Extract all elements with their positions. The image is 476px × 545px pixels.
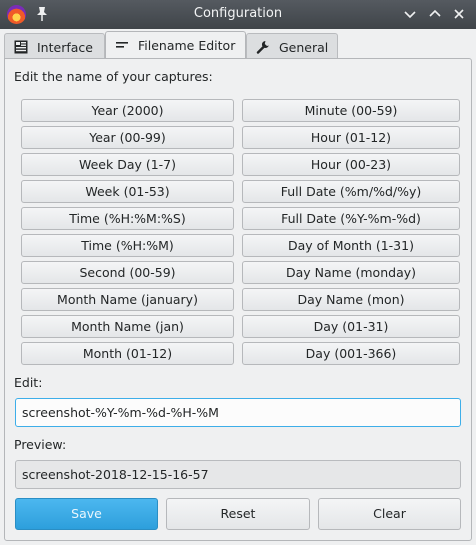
tab-filename-editor-label: Filename Editor xyxy=(138,38,236,53)
filename-pattern-input[interactable]: screenshot-%Y-%m-%d-%H-%M xyxy=(15,398,461,427)
tab-interface[interactable]: Interface xyxy=(4,33,105,59)
insert-hour-12-button[interactable]: Hour (01-12) xyxy=(242,126,460,149)
tab-interface-label: Interface xyxy=(37,40,93,55)
instruction-label: Edit the name of your captures: xyxy=(14,69,213,84)
insert-minute-button[interactable]: Minute (00-59) xyxy=(242,99,460,122)
filename-preview-field: screenshot-2018-12-15-16-57 xyxy=(15,460,461,489)
preview-label: Preview: xyxy=(14,437,67,452)
wrench-icon xyxy=(256,40,269,54)
tab-filename-editor[interactable]: Filename Editor xyxy=(105,31,246,59)
insert-day-of-year-button[interactable]: Day (001-366) xyxy=(242,342,460,365)
minimize-icon[interactable] xyxy=(401,5,419,23)
insert-month-name-full-button[interactable]: Month Name (january) xyxy=(21,288,234,311)
insert-week-button[interactable]: Week (01-53) xyxy=(21,180,234,203)
insert-day-01-31-button[interactable]: Day (01-31) xyxy=(242,315,460,338)
edit-label: Edit: xyxy=(14,375,43,390)
insert-week-day-button[interactable]: Week Day (1-7) xyxy=(21,153,234,176)
insert-day-name-short-button[interactable]: Day Name (mon) xyxy=(242,288,460,311)
insert-day-name-full-button[interactable]: Day Name (monday) xyxy=(242,261,460,284)
insert-second-button[interactable]: Second (00-59) xyxy=(21,261,234,284)
insert-full-date-mdy-button[interactable]: Full Date (%m/%d/%y) xyxy=(242,180,460,203)
save-button[interactable]: Save xyxy=(15,498,158,530)
title-bar: Configuration xyxy=(0,0,476,29)
insert-full-date-ymd-button[interactable]: Full Date (%Y-%m-%d) xyxy=(242,207,460,230)
insert-time-hm-button[interactable]: Time (%H:%M) xyxy=(21,234,234,257)
reset-button[interactable]: Reset xyxy=(166,498,310,530)
clear-button[interactable]: Clear xyxy=(318,498,461,530)
interface-icon xyxy=(14,40,28,54)
tab-general-label: General xyxy=(279,40,329,55)
tab-general[interactable]: General xyxy=(246,33,338,59)
insert-time-hms-button[interactable]: Time (%H:%M:%S) xyxy=(21,207,234,230)
insert-month-number-button[interactable]: Month (01-12) xyxy=(21,342,234,365)
insert-day-of-month-button[interactable]: Day of Month (1-31) xyxy=(242,234,460,257)
insert-month-name-short-button[interactable]: Month Name (jan) xyxy=(21,315,234,338)
insert-year-2000-button[interactable]: Year (2000) xyxy=(21,99,234,122)
insert-year-00-99-button[interactable]: Year (00-99) xyxy=(21,126,234,149)
close-icon[interactable] xyxy=(450,5,468,23)
insert-hour-24-button[interactable]: Hour (00-23) xyxy=(242,153,460,176)
filename-editor-icon xyxy=(116,42,128,48)
maximize-icon[interactable] xyxy=(426,5,444,23)
